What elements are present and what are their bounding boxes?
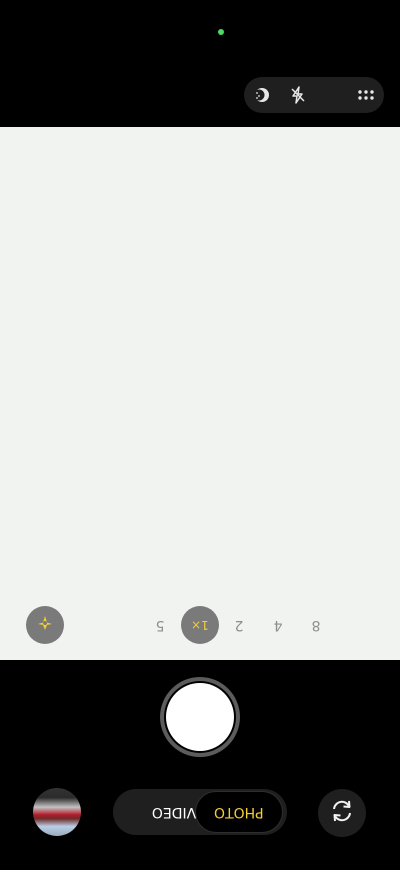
shutter-button[interactable]	[160, 677, 240, 757]
zoom-option-2[interactable]: 2	[224, 612, 254, 638]
ai-scene-icon	[35, 613, 55, 637]
zoom-option-1x[interactable]: 1×	[181, 606, 219, 644]
mode-switcher: VIDEO PHOTO	[113, 789, 287, 835]
camera-viewfinder[interactable]	[0, 127, 400, 660]
gallery-thumbnail[interactable]	[33, 788, 81, 836]
night-mode-icon	[253, 86, 271, 104]
status-indicator-dot	[218, 29, 224, 35]
more-options-icon	[358, 89, 374, 101]
shutter-inner-circle	[166, 683, 234, 751]
night-mode-button[interactable]	[248, 81, 276, 109]
switch-camera-button[interactable]	[318, 789, 366, 837]
flash-button[interactable]	[284, 81, 312, 109]
top-controls-bar	[244, 77, 384, 113]
ai-scene-button[interactable]	[26, 606, 64, 644]
more-options-button[interactable]	[352, 81, 380, 109]
mode-photo[interactable]: PHOTO	[195, 791, 283, 833]
camera-flip-icon	[329, 798, 355, 828]
zoom-option-1x-label: 1×	[191, 618, 209, 632]
zoom-option-8[interactable]: 8	[301, 612, 331, 638]
mode-photo-label: PHOTO	[214, 804, 264, 820]
zoom-option-4[interactable]: 4	[263, 612, 293, 638]
flash-off-icon	[289, 86, 307, 104]
zoom-option-5[interactable]: 5	[145, 612, 175, 638]
